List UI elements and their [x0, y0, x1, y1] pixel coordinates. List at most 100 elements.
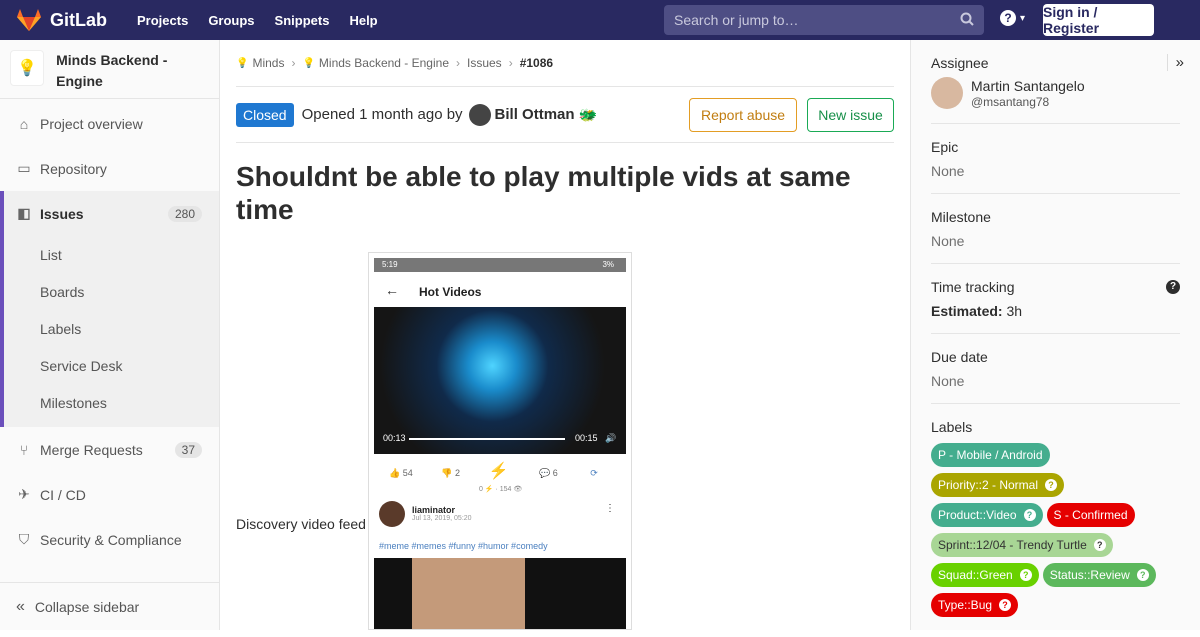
chevron-right-icon: ›: [508, 56, 513, 70]
breadcrumb: 💡 Minds › 💡 Minds Backend - Engine › Iss…: [236, 40, 894, 87]
project-header[interactable]: 💡 Minds Backend - Engine: [0, 40, 219, 99]
author-avatar[interactable]: [468, 103, 491, 126]
gitlab-logo[interactable]: GitLab: [16, 8, 107, 32]
back-arrow-icon: ←: [385, 282, 399, 298]
assignee-avatar: [931, 77, 963, 109]
rocket-icon: ✈: [18, 486, 30, 502]
label-help-icon: ?: [1045, 479, 1058, 491]
label-badge[interactable]: Sprint::12/04 - Trendy Turtle?: [931, 533, 1113, 557]
volume-icon: 🔊: [605, 433, 617, 443]
sidebar-item-repository[interactable]: ▭ Repository: [0, 146, 219, 191]
issue-right-sidebar: Assignee » Martin Santangelo @msantang78…: [910, 40, 1200, 630]
label-help-icon: ?: [999, 599, 1012, 611]
sidebar-subitem-labels[interactable]: Labels: [4, 310, 219, 347]
nav-projects[interactable]: Projects: [137, 13, 188, 28]
label-badge[interactable]: Status::Review?: [1042, 563, 1156, 587]
sidebar-subitem-service-desk[interactable]: Service Desk: [4, 347, 219, 384]
help-icon[interactable]: ?: [1166, 280, 1180, 294]
video-elapsed: 00:13: [383, 433, 406, 443]
sidebar-subitem-list[interactable]: List: [4, 236, 219, 273]
phone-status-bar: 5:19 3%: [374, 258, 626, 272]
project-name: Minds Backend - Engine: [56, 52, 168, 89]
lightbulb-icon: 💡: [17, 60, 38, 77]
chevron-down-icon: ▾: [1020, 12, 1026, 24]
sidebar-item-merge-requests[interactable]: ⑂ Merge Requests 37: [0, 427, 219, 472]
poster-info: liaminator Jul 13, 2019, 05:20: [412, 505, 472, 522]
thumbs-down-icon: 👎: [441, 468, 453, 478]
sign-in-button[interactable]: Sign in / Register: [1043, 4, 1154, 36]
label-text: P - Mobile / Android: [938, 448, 1043, 462]
double-chevron-left-icon: «: [16, 597, 25, 615]
sidebar-item-security[interactable]: ⛉ Security & Compliance: [0, 517, 219, 562]
sidebar-item-label: Merge Requests: [40, 441, 143, 458]
report-abuse-button[interactable]: Report abuse: [689, 98, 797, 132]
collapse-right-sidebar-icon[interactable]: »: [1166, 54, 1184, 71]
help-icon: ?: [1000, 10, 1016, 26]
shield-icon: ⛉: [18, 531, 30, 547]
label-badge[interactable]: Squad::Green?: [931, 563, 1039, 587]
issues-count-badge: 280: [167, 205, 202, 222]
nav-groups[interactable]: Groups: [208, 13, 254, 28]
search-input[interactable]: Search or jump to…: [664, 5, 984, 35]
time-tracking-heading: Time tracking: [931, 279, 1015, 295]
estimate-row: Estimated: 3h: [931, 303, 1180, 319]
label-text: Status::Review: [1049, 568, 1130, 582]
breadcrumb-issue-id[interactable]: #1086: [520, 56, 553, 70]
sidebar-item-project-overview[interactable]: ⌂ Project overview: [0, 101, 219, 146]
collapse-sidebar-label: Collapse sidebar: [34, 598, 140, 615]
gitlab-tanuki-icon: [17, 9, 41, 31]
label-text: Sprint::12/04 - Trendy Turtle: [938, 538, 1087, 552]
assignee-heading: Assignee: [931, 55, 989, 71]
nav-help[interactable]: Help: [349, 13, 377, 28]
estimated-label: Estimated:: [931, 303, 1003, 319]
author-name[interactable]: Bill Ottman: [495, 106, 575, 123]
new-issue-button[interactable]: New issue: [807, 98, 894, 132]
time-tracking-block: Time tracking ? Estimated: 3h: [931, 264, 1180, 334]
breadcrumb-project[interactable]: Minds Backend - Engine: [319, 56, 449, 70]
assignee-username: @msantang78: [971, 94, 1050, 109]
merge-icon: ⑂: [19, 441, 29, 458]
help-dropdown[interactable]: ? ▾: [1000, 10, 1025, 26]
epic-block: Epic None: [931, 124, 1180, 194]
due-date-value: None: [931, 373, 965, 389]
screenshot-image[interactable]: 5:19 3% ← Hot Videos 00:13 00:15 🔊 👍 54 …: [368, 252, 632, 630]
label-badge[interactable]: Priority::2 - Normal?: [931, 473, 1065, 497]
issue-meta: Opened 1 month ago by Bill Ottman 🐲: [301, 103, 597, 126]
label-help-icon: ?: [1136, 569, 1149, 581]
issue-title: Shouldnt be able to play multiple vids a…: [236, 161, 851, 225]
top-nav: Projects Groups Snippets Help: [137, 13, 398, 28]
thumbs-up-icon: 👍: [389, 468, 401, 478]
collapse-sidebar-button[interactable]: « Collapse sidebar: [0, 582, 219, 630]
assignee-block: Assignee » Martin Santangelo @msantang78: [931, 40, 1184, 124]
label-badge[interactable]: Type::Bug?: [931, 593, 1019, 617]
poster-avatar: [379, 501, 405, 527]
project-sidebar: 💡 Minds Backend - Engine ⌂ Project overv…: [0, 40, 220, 630]
opened-text: Opened 1 month ago by: [301, 106, 463, 123]
sidebar-item-label: Repository: [40, 160, 107, 177]
sidebar-item-issues[interactable]: ◧ Issues 280: [0, 191, 219, 236]
sidebar-subitem-milestones[interactable]: Milestones: [4, 384, 219, 421]
label-badge[interactable]: Product::Video?: [931, 503, 1043, 527]
label-help-icon: ?: [1019, 569, 1032, 581]
post-tags: #meme #memes #funny #humor #comedy: [379, 541, 548, 551]
labels-block: Labels P - Mobile / Android Priority::2 -…: [931, 404, 1180, 637]
sidebar-item-label: Project overview: [40, 115, 143, 132]
label-badge[interactable]: P - Mobile / Android: [931, 443, 1050, 467]
issue-main: 💡 Minds › 💡 Minds Backend - Engine › Iss…: [236, 40, 894, 532]
merge-requests-count-badge: 37: [174, 441, 202, 458]
top-navbar: GitLab Projects Groups Snippets Help Sea…: [0, 0, 1200, 40]
sidebar-item-ci-cd[interactable]: ✈ CI / CD: [0, 472, 219, 517]
comment-count: 6: [552, 468, 558, 478]
sidebar-subitem-boards[interactable]: Boards: [4, 273, 219, 310]
label-text: Priority::2 - Normal: [938, 478, 1039, 492]
epic-value: None: [931, 163, 965, 179]
sidebar-item-label: Security & Compliance: [40, 531, 182, 548]
assignee-user[interactable]: Martin Santangelo @msantang78: [931, 77, 1180, 109]
label-badge[interactable]: S - Confirmed: [1046, 503, 1135, 527]
downvote-count: 2: [455, 468, 461, 478]
breadcrumb-issues[interactable]: Issues: [467, 56, 502, 70]
breadcrumb-minds[interactable]: Minds: [252, 56, 284, 70]
video-controls: 00:13 00:15 🔊: [383, 433, 617, 445]
nav-snippets[interactable]: Snippets: [275, 13, 330, 28]
sidebar-item-label: CI / CD: [40, 486, 86, 503]
